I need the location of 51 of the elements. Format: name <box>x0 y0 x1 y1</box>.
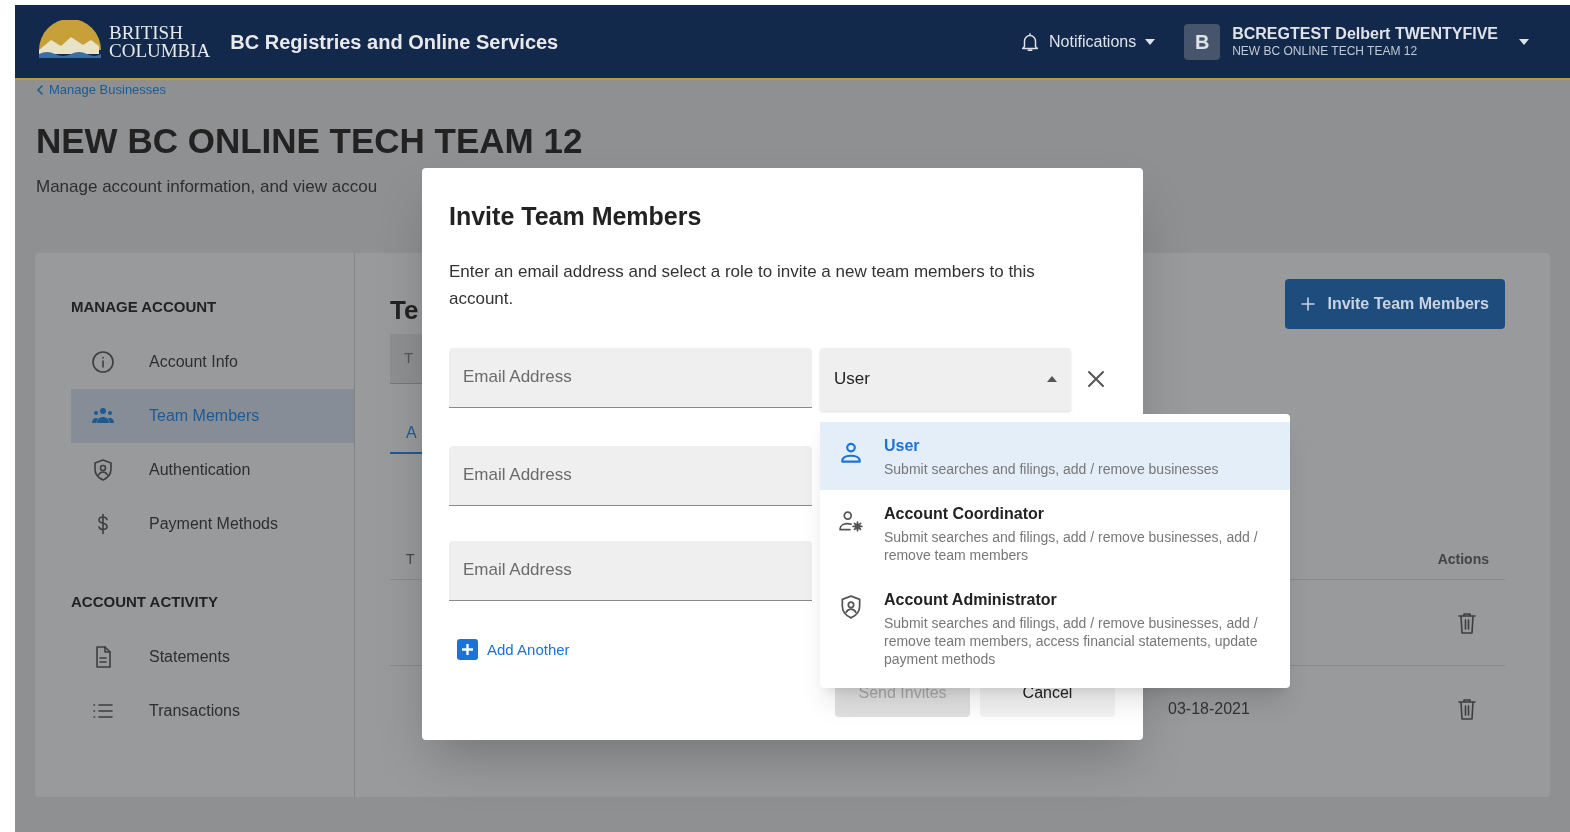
caret-icon[interactable] <box>1518 37 1530 46</box>
account-name: NEW BC ONLINE TECH TEAM 12 <box>1232 44 1419 59</box>
role-option[interactable]: User Submit searches and filings, add / remove businesses <box>820 422 1290 490</box>
role-option[interactable]: Account Administrator Submit searches and filings, add / remove businesses, add / remove team members, access financial statements, update payment methods <box>820 576 1290 680</box>
role-option[interactable]: Account Coordinator Submit searches and filings, add / remove businesses, add / remove team members <box>820 490 1290 576</box>
logo-text: COLUMBIA <box>109 41 211 60</box>
dialog-description: Enter an email address and select a role to invite a new team members to this account. <box>449 260 1036 310</box>
user-avatar[interactable]: B <box>1184 23 1221 60</box>
column-header: T <box>405 550 415 569</box>
role-description: Submit searches and filings, add / remove businesses, add / remove team members <box>884 528 1259 564</box>
email-field[interactable]: Email Address <box>449 347 812 408</box>
invite-members-button[interactable]: Invite Team Members <box>1285 279 1505 329</box>
user-name: BCREGTEST Delbert TWENTYFIVE <box>1232 24 1498 44</box>
trash-icon[interactable] <box>1457 611 1477 634</box>
sidebar-item[interactable]: Statements <box>71 630 354 684</box>
email-field[interactable]: Email Address <box>449 445 812 506</box>
section-heading: Te <box>390 294 419 327</box>
caret-icon <box>1047 376 1057 382</box>
role-name: Account Administrator <box>884 590 1058 610</box>
page-subtitle: Manage account information, and view accou <box>36 175 379 198</box>
notifications-button[interactable]: Notifications <box>1019 29 1157 54</box>
close-icon[interactable] <box>1087 369 1105 388</box>
sidebar-item[interactable]: Payment Methods <box>71 497 354 551</box>
app-title: BC Registries and Online Services <box>230 29 559 55</box>
table-cell-text: 03-18-2021 <box>1168 699 1250 719</box>
logo-text: BRITISH <box>109 23 184 42</box>
email-field[interactable]: Email Address <box>449 540 812 601</box>
plus-icon <box>457 639 478 661</box>
trash-icon[interactable] <box>1457 698 1477 720</box>
column-header: Actions <box>1437 550 1490 569</box>
person-icon <box>838 440 864 466</box>
person-gear-icon <box>838 508 864 534</box>
role-name: Account Coordinator <box>884 504 1045 524</box>
sidebar-item[interactable]: Account Info <box>71 335 354 389</box>
caret-icon <box>1144 37 1157 46</box>
role-select[interactable]: User <box>820 347 1071 411</box>
sidebar-item[interactable]: Authentication <box>71 443 354 497</box>
role-description: Submit searches and filings, add / remove businesses, add / remove team members, access financial statements, update payment methods <box>884 614 1259 668</box>
sidebar-heading: ACCOUNT ACTIVITY <box>71 591 219 612</box>
sidebar-heading: MANAGE ACCOUNT <box>71 296 218 317</box>
add-another-button[interactable]: Add Another <box>457 638 570 661</box>
shield-icon <box>838 594 864 620</box>
page-title: NEW BC ONLINE TECH TEAM 12 <box>36 120 584 162</box>
info-icon <box>91 350 115 374</box>
role-name: User <box>884 436 921 456</box>
chevron-left-icon <box>37 84 43 95</box>
role-description: Submit searches and filings, add / remove businesses <box>884 460 1219 478</box>
plus-icon <box>1301 297 1316 311</box>
dialog-title: Invite Team Members <box>449 201 703 232</box>
shield-icon <box>91 458 115 482</box>
sidebar-item[interactable]: Transactions <box>71 684 354 738</box>
